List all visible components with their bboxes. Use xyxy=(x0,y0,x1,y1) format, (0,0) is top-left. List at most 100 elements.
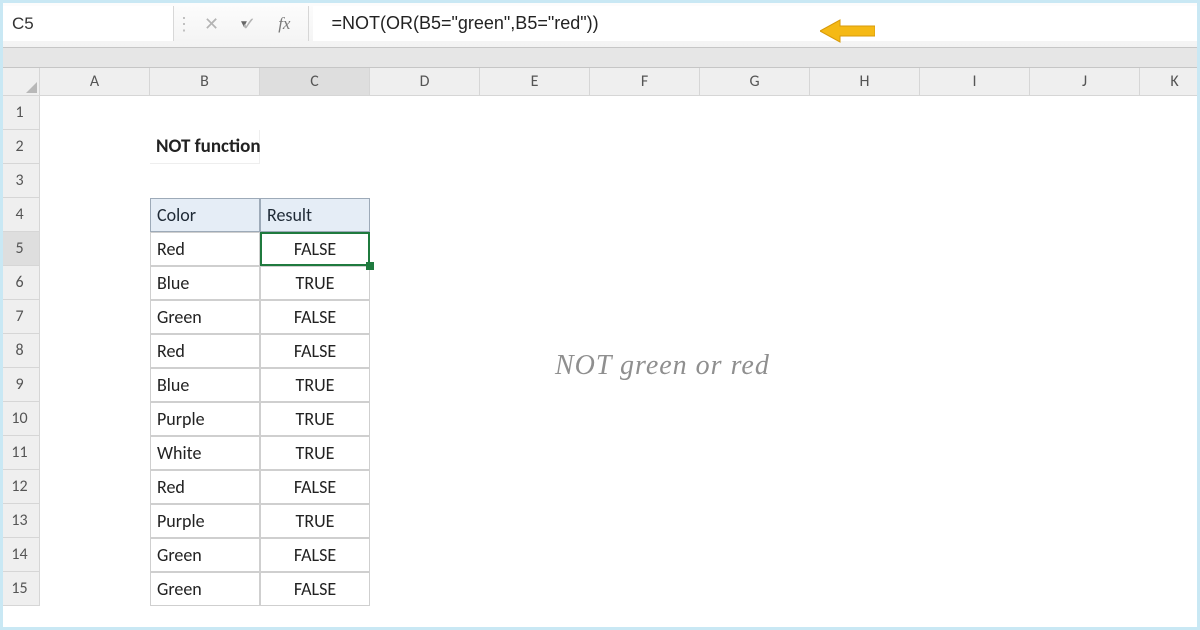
cell-C9[interactable]: TRUE xyxy=(260,368,370,402)
cell-J8[interactable] xyxy=(1030,334,1140,368)
cell-D8[interactable] xyxy=(370,334,480,368)
cell-G5[interactable] xyxy=(700,232,810,266)
cell-E6[interactable] xyxy=(480,266,590,300)
cell-E12[interactable] xyxy=(480,470,590,504)
cell-A12[interactable] xyxy=(40,470,150,504)
cell-B3[interactable] xyxy=(150,164,260,198)
cell-C7[interactable]: FALSE xyxy=(260,300,370,334)
cell-G12[interactable] xyxy=(700,470,810,504)
cell-G13[interactable] xyxy=(700,504,810,538)
column-header-I[interactable]: I xyxy=(920,68,1030,96)
cell-H3[interactable] xyxy=(810,164,920,198)
cell-B9[interactable]: Blue xyxy=(150,368,260,402)
cell-H1[interactable] xyxy=(810,96,920,130)
cell-G1[interactable] xyxy=(700,96,810,130)
row-header-4[interactable]: 4 xyxy=(0,198,40,232)
cell-F11[interactable] xyxy=(590,436,700,470)
cell-E1[interactable] xyxy=(480,96,590,130)
cell-D11[interactable] xyxy=(370,436,480,470)
cell-E2[interactable] xyxy=(480,130,590,164)
cell-G2[interactable] xyxy=(700,130,810,164)
cell-C10[interactable]: TRUE xyxy=(260,402,370,436)
cell-A15[interactable] xyxy=(40,572,150,606)
cell-H8[interactable] xyxy=(810,334,920,368)
cell-F14[interactable] xyxy=(590,538,700,572)
cell-B12[interactable]: Red xyxy=(150,470,260,504)
cell-K13[interactable] xyxy=(1140,504,1200,538)
cell-I15[interactable] xyxy=(920,572,1030,606)
column-header-D[interactable]: D xyxy=(370,68,480,96)
cell-D14[interactable] xyxy=(370,538,480,572)
cell-A6[interactable] xyxy=(40,266,150,300)
cell-I5[interactable] xyxy=(920,232,1030,266)
cell-B8[interactable]: Red xyxy=(150,334,260,368)
cell-E7[interactable] xyxy=(480,300,590,334)
cell-J7[interactable] xyxy=(1030,300,1140,334)
cell-J3[interactable] xyxy=(1030,164,1140,198)
cell-I1[interactable] xyxy=(920,96,1030,130)
cell-I9[interactable] xyxy=(920,368,1030,402)
cell-J12[interactable] xyxy=(1030,470,1140,504)
cell-I11[interactable] xyxy=(920,436,1030,470)
cell-H9[interactable] xyxy=(810,368,920,402)
cell-H11[interactable] xyxy=(810,436,920,470)
cell-F5[interactable] xyxy=(590,232,700,266)
cell-A4[interactable] xyxy=(40,198,150,232)
cell-F10[interactable] xyxy=(590,402,700,436)
cell-K10[interactable] xyxy=(1140,402,1200,436)
cell-C14[interactable]: FALSE xyxy=(260,538,370,572)
cell-F2[interactable] xyxy=(590,130,700,164)
row-header-2[interactable]: 2 xyxy=(0,130,40,164)
cell-E5[interactable] xyxy=(480,232,590,266)
cell-K11[interactable] xyxy=(1140,436,1200,470)
name-box[interactable]: ▼ xyxy=(0,6,174,41)
cell-J2[interactable] xyxy=(1030,130,1140,164)
cell-J14[interactable] xyxy=(1030,538,1140,572)
cell-D2[interactable] xyxy=(370,130,480,164)
cell-J6[interactable] xyxy=(1030,266,1140,300)
cell-C3[interactable] xyxy=(260,164,370,198)
cell-E3[interactable] xyxy=(480,164,590,198)
column-header-C[interactable]: C xyxy=(260,68,370,96)
row-header-8[interactable]: 8 xyxy=(0,334,40,368)
cell-B6[interactable]: Blue xyxy=(150,266,260,300)
cell-K4[interactable] xyxy=(1140,198,1200,232)
cell-H4[interactable] xyxy=(810,198,920,232)
column-header-E[interactable]: E xyxy=(480,68,590,96)
fill-handle[interactable] xyxy=(366,262,374,270)
cell-B15[interactable]: Green xyxy=(150,572,260,606)
cell-A3[interactable] xyxy=(40,164,150,198)
cell-G10[interactable] xyxy=(700,402,810,436)
cell-I12[interactable] xyxy=(920,470,1030,504)
cell-D7[interactable] xyxy=(370,300,480,334)
cell-G14[interactable] xyxy=(700,538,810,572)
select-all-corner[interactable] xyxy=(0,68,40,96)
cell-A1[interactable] xyxy=(40,96,150,130)
cell-D13[interactable] xyxy=(370,504,480,538)
cell-G6[interactable] xyxy=(700,266,810,300)
cell-B11[interactable]: White xyxy=(150,436,260,470)
cell-G15[interactable] xyxy=(700,572,810,606)
cell-I4[interactable] xyxy=(920,198,1030,232)
cell-J15[interactable] xyxy=(1030,572,1140,606)
cell-A8[interactable] xyxy=(40,334,150,368)
cell-H6[interactable] xyxy=(810,266,920,300)
cell-H13[interactable] xyxy=(810,504,920,538)
cell-A13[interactable] xyxy=(40,504,150,538)
cell-A5[interactable] xyxy=(40,232,150,266)
cell-K7[interactable] xyxy=(1140,300,1200,334)
row-header-1[interactable]: 1 xyxy=(0,96,40,130)
cell-C6[interactable]: TRUE xyxy=(260,266,370,300)
column-header-B[interactable]: B xyxy=(150,68,260,96)
cell-K6[interactable] xyxy=(1140,266,1200,300)
column-header-F[interactable]: F xyxy=(590,68,700,96)
cell-J11[interactable] xyxy=(1030,436,1140,470)
formula-input-wrap[interactable] xyxy=(313,6,1200,41)
cell-H5[interactable] xyxy=(810,232,920,266)
row-header-14[interactable]: 14 xyxy=(0,538,40,572)
cell-D10[interactable] xyxy=(370,402,480,436)
cell-F4[interactable] xyxy=(590,198,700,232)
column-header-H[interactable]: H xyxy=(810,68,920,96)
row-header-3[interactable]: 3 xyxy=(0,164,40,198)
column-header-A[interactable]: A xyxy=(40,68,150,96)
